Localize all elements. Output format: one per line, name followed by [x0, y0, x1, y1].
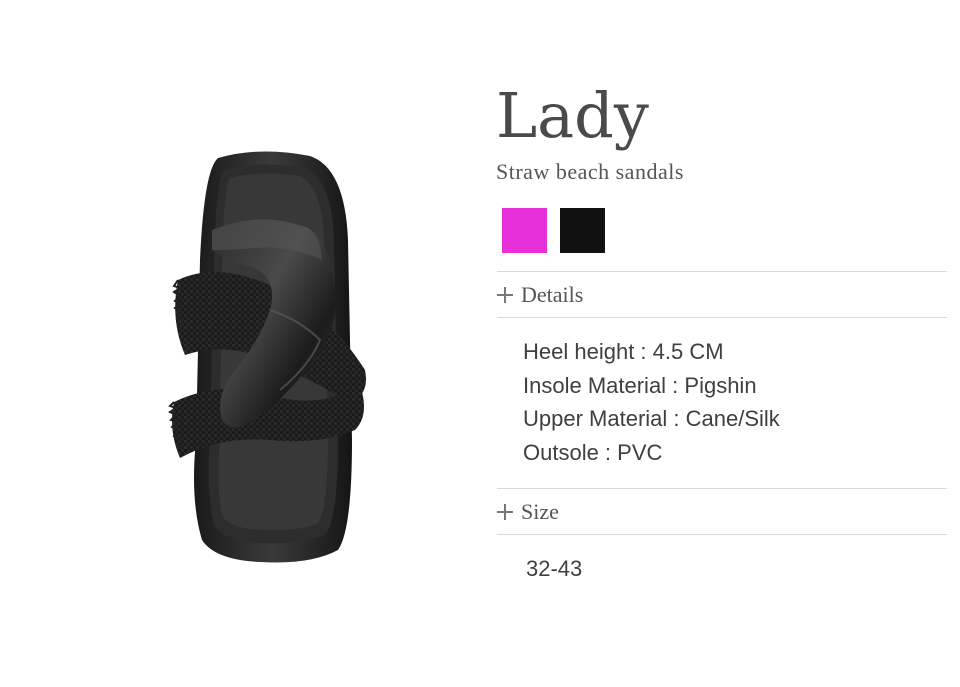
detail-item-insole-material: Insole Material : Pigshin: [523, 372, 757, 398]
product-subtitle: Straw beach sandals: [496, 159, 684, 184]
divider: [497, 488, 947, 489]
color-swatch-black[interactable]: [560, 208, 605, 253]
product-title: Lady: [496, 79, 649, 152]
size-heading: Size: [521, 499, 559, 524]
detail-item-upper-material: Upper Material : Cane/Silk: [523, 406, 780, 431]
color-swatches: [502, 208, 605, 253]
size-value: 32-43: [526, 556, 583, 581]
plus-icon: [497, 287, 513, 303]
size-toggle[interactable]: Size: [497, 498, 559, 526]
details-list: Heel height : 4.5 CM Insole Material : P…: [523, 335, 780, 469]
detail-item-heel-height: Heel height : 4.5 CM: [523, 339, 724, 364]
divider: [497, 534, 947, 535]
product-image: [168, 151, 366, 563]
divider: [497, 317, 947, 318]
detail-item-outsole: Outsole : PVC: [523, 439, 663, 465]
plus-icon: [497, 504, 513, 520]
details-heading: Details: [521, 282, 584, 307]
divider: [497, 271, 947, 272]
color-swatch-magenta[interactable]: [502, 208, 547, 253]
details-toggle[interactable]: Details: [497, 281, 583, 309]
